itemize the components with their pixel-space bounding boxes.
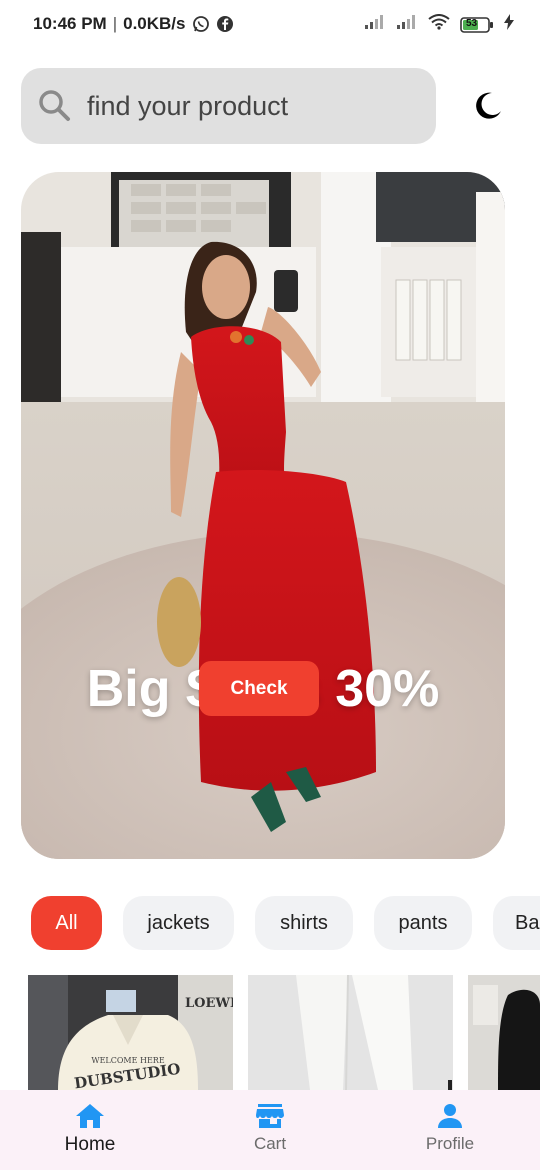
- nav-home[interactable]: Home: [30, 1090, 150, 1170]
- product-grid: LOEWE WELCOME HERE DUBSTUDIO: [0, 975, 540, 1090]
- theme-toggle-button[interactable]: [470, 88, 506, 124]
- signal-icon: [364, 14, 386, 35]
- product-card[interactable]: [248, 975, 453, 1090]
- status-time: 10:46 PM: [33, 14, 107, 33]
- nav-profile[interactable]: Profile: [390, 1090, 510, 1170]
- charging-icon: [504, 14, 514, 35]
- wifi-icon: [428, 14, 450, 35]
- category-chips: All jackets shirts pants Ba: [0, 896, 540, 952]
- category-chip-shirts[interactable]: shirts: [255, 896, 353, 950]
- status-left: 10:46 PM | 0.0KB/s: [33, 14, 234, 34]
- signal-icon-2: [396, 14, 418, 35]
- product-image: [468, 975, 540, 1090]
- status-separator: |: [112, 14, 118, 33]
- nav-cart[interactable]: Cart: [210, 1090, 330, 1170]
- product-image: LOEWE WELCOME HERE DUBSTUDIO: [28, 975, 233, 1090]
- status-data-speed: 0.0KB/s: [123, 14, 186, 33]
- battery-icon: 53: [460, 16, 494, 33]
- status-right: 53: [364, 14, 514, 35]
- nav-cart-label: Cart: [253, 1134, 287, 1153]
- category-chip-all[interactable]: All: [31, 896, 102, 950]
- home-icon: [76, 1104, 104, 1128]
- moon-icon: [476, 92, 501, 119]
- promo-banner[interactable]: Big Sales 30% Check: [21, 172, 505, 859]
- category-chip-bags[interactable]: Ba: [493, 896, 540, 950]
- nav-profile-label: Profile: [425, 1134, 475, 1153]
- battery-level: 53: [466, 17, 478, 29]
- search-bar[interactable]: [21, 68, 436, 144]
- store-icon: [256, 1104, 284, 1128]
- facebook-icon: [216, 15, 234, 33]
- nav-home-label: Home: [64, 1134, 116, 1155]
- category-chip-jackets[interactable]: jackets: [123, 896, 234, 950]
- banner-image: [21, 172, 505, 859]
- category-chip-pants[interactable]: pants: [374, 896, 472, 950]
- bottom-navigation: Home Cart Profile: [0, 1090, 540, 1170]
- product-card[interactable]: LOEWE WELCOME HERE DUBSTUDIO: [28, 975, 233, 1090]
- loewe-text: LOEWE: [185, 996, 233, 1011]
- search-icon: [37, 88, 71, 122]
- product-card[interactable]: [468, 975, 540, 1090]
- person-icon: [438, 1104, 462, 1128]
- status-bar: 10:46 PM | 0.0KB/s 53: [0, 0, 540, 50]
- product-image: [248, 975, 453, 1090]
- search-input[interactable]: [87, 86, 417, 126]
- whatsapp-icon: [192, 15, 210, 33]
- check-button[interactable]: Check: [199, 661, 319, 716]
